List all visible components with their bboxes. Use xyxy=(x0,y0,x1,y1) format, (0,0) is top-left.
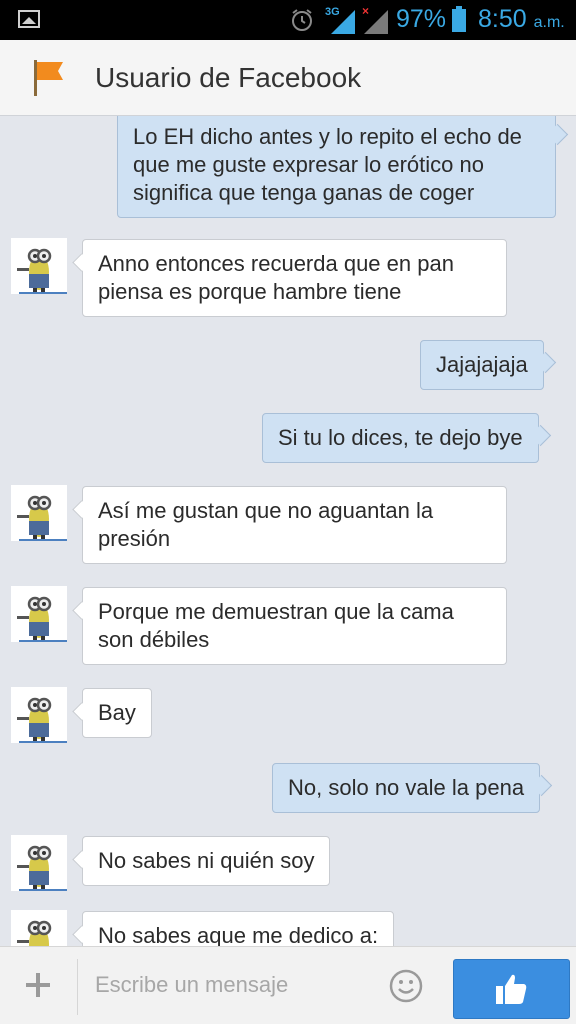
clock-time: 8:50 xyxy=(478,5,527,33)
message-text: No, solo no vale la pena xyxy=(288,775,525,800)
thumbs-up-icon xyxy=(496,974,527,1004)
battery-percent: 97% xyxy=(396,5,447,33)
message-list[interactable]: Lo EH dicho antes y lo repito el echo de… xyxy=(0,116,576,946)
message-incoming[interactable]: Porque me demuestran que la cama son déb… xyxy=(82,587,507,665)
clock-suffix: a.m. xyxy=(533,14,565,31)
conversation-title[interactable]: Usuario de Facebook xyxy=(95,62,361,94)
message-text: No sabes aque me dedico a: xyxy=(98,923,379,946)
message-text: Porque me demuestran que la cama son déb… xyxy=(98,599,454,652)
message-composer xyxy=(0,946,576,1024)
message-text: Así me gustan que no aguantan la presión xyxy=(98,498,434,551)
avatar[interactable] xyxy=(11,586,67,642)
clock: 8:50 a.m. xyxy=(478,5,565,34)
message-outgoing[interactable]: Jajajajaja xyxy=(420,340,544,390)
status-bar: 3G × 97% 8:50 a.m. xyxy=(0,0,576,40)
gallery-notification-icon xyxy=(18,10,40,28)
signal-x-icon: × xyxy=(362,4,388,34)
signal-3g-icon: 3G xyxy=(325,6,355,34)
smiley-icon[interactable] xyxy=(389,969,423,1003)
minion-icon xyxy=(17,845,67,891)
avatar[interactable] xyxy=(11,835,67,891)
avatar[interactable] xyxy=(11,485,67,541)
message-outgoing[interactable]: Si tu lo dices, te dejo bye xyxy=(262,413,539,463)
plus-icon[interactable] xyxy=(24,971,52,999)
message-text: Lo EH dicho antes y lo repito el echo de… xyxy=(133,124,522,205)
message-incoming[interactable]: Anno entonces recuerda que en pan piensa… xyxy=(82,239,507,317)
avatar[interactable] xyxy=(11,238,67,294)
message-incoming[interactable]: Bay xyxy=(82,688,152,738)
message-outgoing[interactable]: Lo EH dicho antes y lo repito el echo de… xyxy=(117,116,556,218)
message-text: No sabes ni quién soy xyxy=(98,848,315,873)
minion-icon xyxy=(17,697,67,743)
flag-icon[interactable] xyxy=(30,58,66,98)
message-text: Jajajajaja xyxy=(436,352,528,377)
message-text: Si tu lo dices, te dejo bye xyxy=(278,425,523,450)
message-text: Anno entonces recuerda que en pan piensa… xyxy=(98,251,454,304)
minion-icon xyxy=(17,920,52,946)
minion-icon xyxy=(17,596,67,642)
conversation-header: Usuario de Facebook xyxy=(0,40,576,116)
message-text: Bay xyxy=(98,700,136,725)
svg-text:×: × xyxy=(362,4,369,18)
message-incoming[interactable]: No sabes aque me dedico a: xyxy=(82,911,395,946)
like-button[interactable] xyxy=(453,959,570,1019)
avatar[interactable] xyxy=(11,687,67,743)
message-outgoing[interactable]: No, solo no vale la pena xyxy=(272,763,541,813)
minion-icon xyxy=(17,248,67,294)
divider xyxy=(77,959,78,1015)
svg-text:3G: 3G xyxy=(325,6,340,18)
message-incoming[interactable]: Así me gustan que no aguantan la presión xyxy=(82,486,507,564)
alarm-icon xyxy=(292,9,312,31)
battery-icon xyxy=(452,6,466,32)
message-incoming[interactable]: No sabes ni quién soy xyxy=(82,836,331,886)
message-input[interactable] xyxy=(90,965,380,1005)
minion-icon xyxy=(17,495,67,541)
avatar[interactable] xyxy=(11,910,67,946)
